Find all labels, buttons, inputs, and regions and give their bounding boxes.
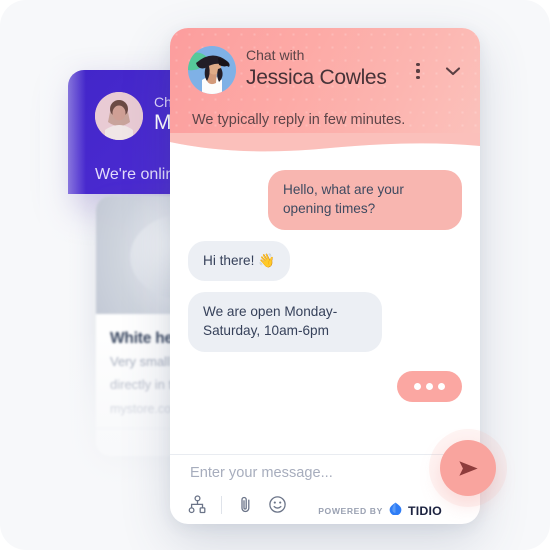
chat-header-subtitle: Chat with bbox=[246, 47, 305, 63]
chevron-down-icon[interactable] bbox=[442, 60, 464, 82]
flow-chart-icon[interactable] bbox=[188, 495, 207, 514]
typing-dot bbox=[426, 382, 433, 390]
send-paper-plane-icon bbox=[458, 460, 478, 476]
message-bubble-incoming: Hi there! 👋 bbox=[188, 240, 291, 282]
background-purple-avatar bbox=[95, 92, 143, 140]
typing-indicator-row bbox=[188, 370, 462, 402]
typing-dot bbox=[414, 382, 421, 390]
chat-header: Chat with Jessica Cowles We typically re… bbox=[170, 28, 480, 158]
header-title-block: Chat with Jessica Cowles bbox=[246, 47, 387, 91]
message-row: Hi there! 👋 bbox=[188, 240, 462, 282]
paperclip-icon[interactable] bbox=[236, 495, 255, 514]
chat-header-tagline: We typically reply in few minutes. bbox=[192, 112, 406, 128]
chat-footer: Enter your message... POWERED BY TIDIO bbox=[170, 454, 480, 524]
footer-icon-bar bbox=[188, 495, 287, 514]
message-row: We are open Monday-Saturday, 10am-6pm bbox=[188, 292, 462, 352]
message-list: Hello, what are your opening times? Hi t… bbox=[170, 158, 480, 454]
message-input[interactable]: Enter your message... bbox=[190, 465, 333, 481]
message-row: Hello, what are your opening times? bbox=[188, 170, 462, 230]
tidio-droplet-logo bbox=[389, 502, 402, 520]
page-title: Jessica Cowles bbox=[246, 65, 387, 89]
emoji-smiley-icon[interactable] bbox=[268, 495, 287, 514]
footer-divider bbox=[221, 495, 222, 514]
powered-by-tidio[interactable]: POWERED BY TIDIO bbox=[318, 502, 442, 520]
powered-by-label: POWERED BY bbox=[318, 506, 383, 516]
tidio-brand-name: TIDIO bbox=[407, 504, 442, 518]
send-button[interactable] bbox=[440, 440, 496, 496]
header-wave-divider bbox=[170, 133, 480, 158]
chat-widget-preview: Chat with Mi We're online White headphon… bbox=[0, 0, 550, 550]
chat-widget: Chat with Jessica Cowles We typically re… bbox=[170, 28, 480, 524]
kebab-menu-icon[interactable] bbox=[410, 61, 426, 81]
typing-indicator bbox=[397, 370, 462, 402]
message-bubble-outgoing: Hello, what are your opening times? bbox=[268, 170, 462, 230]
typing-dot bbox=[438, 382, 445, 390]
agent-avatar bbox=[188, 46, 236, 94]
message-bubble-incoming: We are open Monday-Saturday, 10am-6pm bbox=[188, 292, 382, 352]
